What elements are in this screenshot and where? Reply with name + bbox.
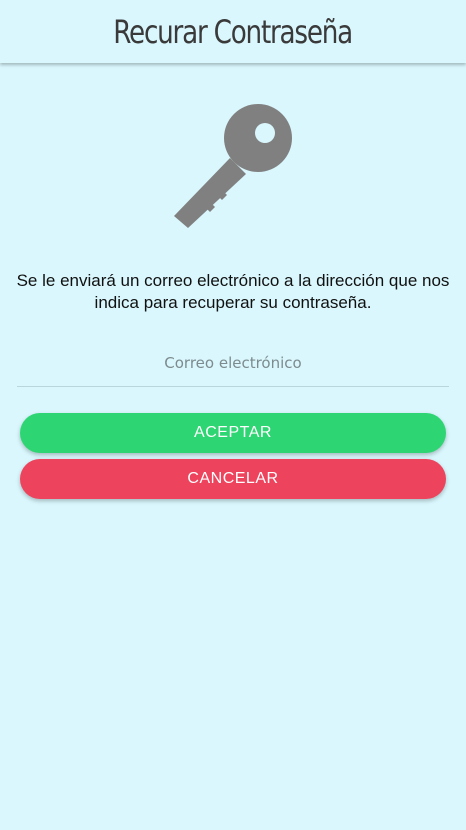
instructions-text: Se le enviará un correo electrónico a la… [16, 271, 450, 312]
app-header: Recurar Contraseña [0, 0, 466, 63]
recover-password-screen: Recurar Contraseña Se le enviará un corr… [0, 0, 466, 830]
page-title: Recurar Contraseña [113, 12, 354, 51]
key-icon [174, 104, 292, 228]
email-field[interactable] [17, 340, 449, 387]
accept-button[interactable]: ACEPTAR [20, 413, 446, 453]
cancel-button[interactable]: CANCELAR [20, 459, 446, 499]
